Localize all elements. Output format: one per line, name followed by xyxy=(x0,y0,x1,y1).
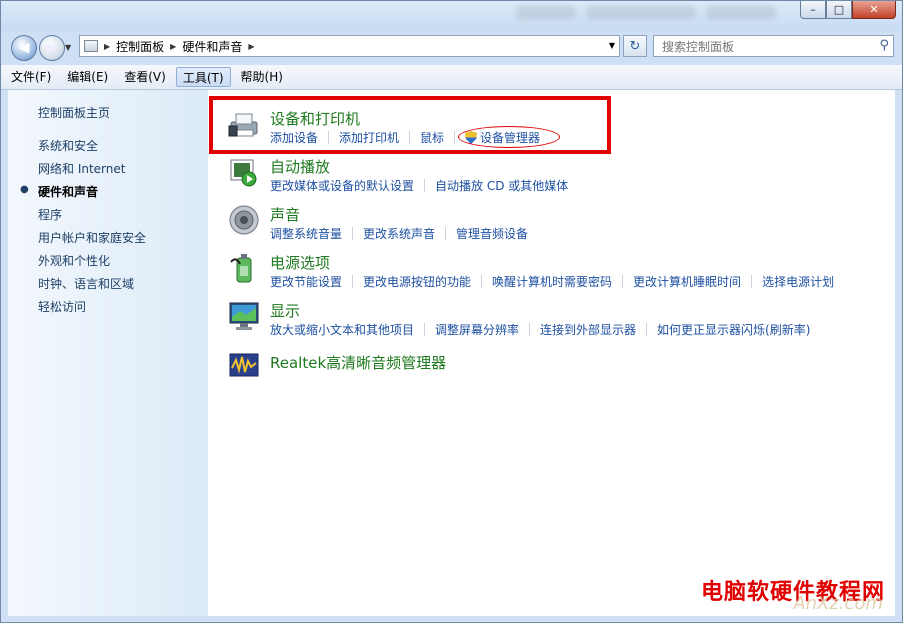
link-divider xyxy=(352,275,354,288)
sidebar-item-clock-region[interactable]: 时钟、语言和区域 xyxy=(38,275,134,292)
category-links: 更改媒体或设备的默认设置 自动播放 CD 或其他媒体 xyxy=(270,177,568,194)
breadcrumb-control-panel[interactable]: 控制面板 xyxy=(116,38,164,55)
category-display: 显示 放大或缩小文本和其他项目 调整屏幕分辨率 连接到外部显示器 如何更正显示器闪烁(… xyxy=(270,300,810,337)
link-text-size[interactable]: 放大或缩小文本和其他项目 xyxy=(270,321,414,338)
sidebar-item-appearance[interactable]: 外观和个性化 xyxy=(38,252,110,269)
search-input[interactable] xyxy=(660,37,874,57)
link-divider xyxy=(445,227,447,240)
link-change-sounds[interactable]: 更改系统声音 xyxy=(363,225,435,242)
watermark-logo: AnXz.com xyxy=(793,593,883,614)
breadcrumb-separator-icon[interactable]: ▶ xyxy=(248,42,254,51)
search-icon[interactable]: ⚲ xyxy=(879,38,889,53)
breadcrumb-hardware-sound[interactable]: 硬件和声音 xyxy=(182,38,242,55)
menu-help[interactable]: 帮助(H) xyxy=(235,67,289,87)
control-panel-icon xyxy=(84,40,98,52)
link-refresh-rate[interactable]: 如何更正显示器闪烁(刷新率) xyxy=(657,321,810,338)
sidebar-item-network[interactable]: 网络和 Internet xyxy=(38,160,125,177)
sidebar-item-user-accounts[interactable]: 用户帐户和家庭安全 xyxy=(38,229,146,246)
current-item-bullet-icon: ● xyxy=(20,184,29,195)
sidebar: 控制面板主页 系统和安全 网络和 Internet ● 硬件和声音 程序 用户帐… xyxy=(8,90,208,616)
link-divider xyxy=(529,323,531,336)
control-panel-window: – □ ✕ ◀ ▶ ▼ ▶ 控制面板 ▶ 硬件和声音 ▶ ▼ ↻ ⚲ 文件(F)… xyxy=(0,0,903,623)
link-wake-password[interactable]: 唤醒计算机时需要密码 xyxy=(492,273,612,290)
sidebar-item-system-security[interactable]: 系统和安全 xyxy=(38,137,98,154)
menu-view[interactable]: 查看(V) xyxy=(118,67,172,87)
sidebar-item-hardware-sound: 硬件和声音 xyxy=(38,185,99,199)
minimize-button[interactable]: – xyxy=(800,1,826,19)
breadcrumb-separator-icon[interactable]: ▶ xyxy=(104,42,110,51)
content-area: 控制面板主页 系统和安全 网络和 Internet ● 硬件和声音 程序 用户帐… xyxy=(8,90,895,616)
link-divider xyxy=(481,275,483,288)
power-icon[interactable] xyxy=(228,252,260,284)
close-button[interactable]: ✕ xyxy=(852,1,896,19)
autoplay-icon[interactable] xyxy=(228,156,260,188)
navigation-bar: ◀ ▶ ▼ ▶ 控制面板 ▶ 硬件和声音 ▶ ▼ ↻ ⚲ xyxy=(1,31,902,63)
sidebar-item-home[interactable]: 控制面板主页 xyxy=(38,104,110,121)
category-links: 放大或缩小文本和其他项目 调整屏幕分辨率 连接到外部显示器 如何更正显示器闪烁(刷新率… xyxy=(270,321,810,338)
blurred-title-text xyxy=(706,6,776,20)
link-divider xyxy=(622,275,624,288)
category-links: 更改节能设置 更改电源按钮的功能 唤醒计算机时需要密码 更改计算机睡眠时间 选择电源计划 xyxy=(270,273,834,290)
category-title-display[interactable]: 显示 xyxy=(270,300,300,321)
link-sleep-time[interactable]: 更改计算机睡眠时间 xyxy=(633,273,741,290)
recent-pages-dropdown[interactable]: ▼ xyxy=(65,43,71,52)
refresh-button[interactable]: ↻ xyxy=(623,35,647,57)
forward-button[interactable]: ▶ xyxy=(39,35,65,61)
back-arrow-icon: ◀ xyxy=(18,40,30,56)
link-divider xyxy=(424,179,426,192)
link-power-saving-settings[interactable]: 更改节能设置 xyxy=(270,273,342,290)
category-title-autoplay[interactable]: 自动播放 xyxy=(270,156,330,177)
search-box[interactable]: ⚲ xyxy=(653,35,894,57)
blurred-title-text xyxy=(516,6,576,20)
sidebar-item-ease-of-access[interactable]: 轻松访问 xyxy=(38,298,86,315)
category-autoplay: 自动播放 更改媒体或设备的默认设置 自动播放 CD 或其他媒体 xyxy=(270,156,568,193)
forward-arrow-icon: ▶ xyxy=(46,40,58,56)
link-divider xyxy=(424,323,426,336)
link-change-media-defaults[interactable]: 更改媒体或设备的默认设置 xyxy=(270,177,414,194)
sidebar-item-programs[interactable]: 程序 xyxy=(38,206,62,223)
monitor-icon[interactable] xyxy=(228,300,260,332)
maximize-button[interactable]: □ xyxy=(826,1,852,19)
link-divider xyxy=(352,227,354,240)
menu-file[interactable]: 文件(F) xyxy=(5,67,57,87)
realtek-audio-icon[interactable] xyxy=(228,348,260,380)
address-bar[interactable]: ▶ 控制面板 ▶ 硬件和声音 ▶ ▼ xyxy=(79,35,620,57)
address-dropdown-icon[interactable]: ▼ xyxy=(609,41,615,50)
link-divider xyxy=(751,275,753,288)
title-bar: – □ ✕ xyxy=(1,1,902,31)
menu-edit[interactable]: 编辑(E) xyxy=(61,67,114,87)
category-links: 调整系统音量 更改系统声音 管理音频设备 xyxy=(270,225,528,242)
link-adjust-volume[interactable]: 调整系统音量 xyxy=(270,225,342,242)
link-choose-power-plan[interactable]: 选择电源计划 xyxy=(762,273,834,290)
link-power-button-function[interactable]: 更改电源按钮的功能 xyxy=(363,273,471,290)
breadcrumb-separator-icon[interactable]: ▶ xyxy=(170,42,176,51)
annotation-ellipse xyxy=(458,126,560,148)
category-title-sound[interactable]: 声音 xyxy=(270,204,300,225)
menu-tools[interactable]: 工具(T) xyxy=(175,67,231,87)
speaker-icon[interactable] xyxy=(228,204,260,236)
blurred-title-text xyxy=(586,6,696,20)
category-title-power-options[interactable]: 电源选项 xyxy=(270,252,330,273)
link-autoplay-cd[interactable]: 自动播放 CD 或其他媒体 xyxy=(435,177,568,194)
category-power-options: 电源选项 更改节能设置 更改电源按钮的功能 唤醒计算机时需要密码 更改计算机睡眠时间 选… xyxy=(270,252,834,289)
category-realtek: Realtek高清晰音频管理器 xyxy=(270,352,446,373)
back-button[interactable]: ◀ xyxy=(11,35,37,61)
link-external-display[interactable]: 连接到外部显示器 xyxy=(540,321,636,338)
link-manage-audio-devices[interactable]: 管理音频设备 xyxy=(456,225,528,242)
menu-bar: 文件(F) 编辑(E) 查看(V) 工具(T) 帮助(H) xyxy=(1,65,902,90)
link-divider xyxy=(646,323,648,336)
window-controls: – □ ✕ xyxy=(800,1,896,19)
category-sound: 声音 调整系统音量 更改系统声音 管理音频设备 xyxy=(270,204,528,241)
refresh-icon: ↻ xyxy=(629,38,641,54)
link-screen-resolution[interactable]: 调整屏幕分辨率 xyxy=(435,321,519,338)
annotation-highlight-box xyxy=(209,96,611,154)
category-title-realtek[interactable]: Realtek高清晰音频管理器 xyxy=(270,352,446,373)
